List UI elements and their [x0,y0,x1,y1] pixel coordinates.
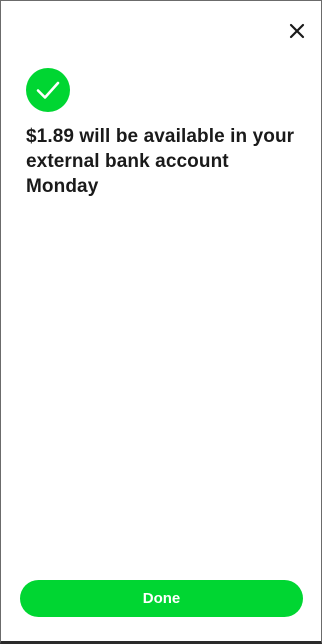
confirmation-message: $1.89 will be available in your external… [26,126,295,197]
done-button[interactable]: Done [20,580,303,617]
close-button[interactable] [285,19,309,43]
transfer-confirmation-screen: $1.89 will be available in your external… [0,0,322,644]
close-icon [289,23,305,39]
checkmark-icon [36,81,60,99]
success-badge [26,68,70,112]
